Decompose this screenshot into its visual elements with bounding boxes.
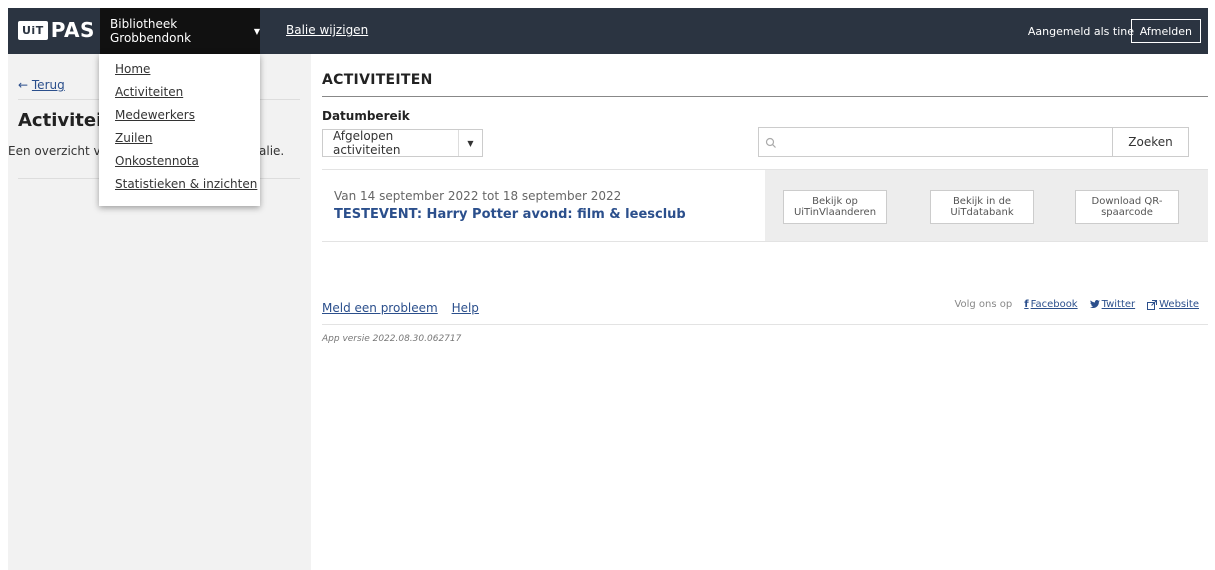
logged-in-text: Aangemeld als tine <box>1027 25 1134 38</box>
facebook-icon: f <box>1024 299 1029 310</box>
help-link[interactable]: Help <box>452 301 479 315</box>
menu-item-medewerkers[interactable]: Medewerkers <box>115 106 260 124</box>
search-button[interactable]: Zoeken <box>1112 127 1189 157</box>
logo-uit-text: UiT <box>18 20 48 40</box>
search-input[interactable] <box>783 132 1103 152</box>
balie-dropdown-menu: Home Activiteiten Medewerkers Zuilen Onk… <box>99 54 260 206</box>
balie-dropdown[interactable]: Bibliotheek Grobbendonk ▼ <box>100 8 260 54</box>
date-range-value: Afgelopen activiteiten <box>333 129 401 157</box>
title-divider <box>322 96 1208 97</box>
facebook-label: Facebook <box>1030 299 1078 310</box>
back-link[interactable]: ← Terug <box>18 78 65 92</box>
caret-down-icon: ▼ <box>253 26 260 36</box>
logout-button[interactable]: Afmelden <box>1130 19 1201 43</box>
social-links: Volg ons op f Facebook Twitter Website <box>954 299 1199 310</box>
balie-wijzigen-link[interactable]: Balie wijzigen <box>286 23 368 37</box>
balie-name: Bibliotheek Grobbendonk <box>110 17 192 45</box>
website-label: Website <box>1159 299 1199 310</box>
view-uitinvlaanderen-button[interactable]: Bekijk op UiTinVlaanderen <box>783 190 887 224</box>
external-link-icon <box>1147 299 1158 310</box>
menu-item-home[interactable]: Home <box>115 60 260 78</box>
sidebar-title: Activitei <box>18 110 103 131</box>
activity-title-link[interactable]: TESTEVENT: Harry Potter avond: film & le… <box>334 207 686 222</box>
facebook-link[interactable]: f Facebook <box>1024 299 1077 310</box>
caret-down-icon: ▼ <box>458 130 482 156</box>
twitter-link[interactable]: Twitter <box>1089 299 1136 310</box>
back-link-label: Terug <box>31 78 65 92</box>
footer-links: Meld een probleem Help <box>322 301 489 315</box>
download-qr-button[interactable]: Download QR-spaarcode <box>1075 190 1179 224</box>
arrow-left-icon: ← <box>18 78 29 92</box>
logo-pas-text: PAS <box>50 18 95 42</box>
report-problem-link[interactable]: Meld een probleem <box>322 301 438 315</box>
uitpas-logo[interactable]: UiT PAS <box>18 18 95 42</box>
twitter-icon <box>1089 300 1100 308</box>
menu-item-zuilen[interactable]: Zuilen <box>115 129 260 147</box>
date-range-select[interactable]: Afgelopen activiteiten ▼ <box>322 129 483 157</box>
twitter-label: Twitter <box>1101 299 1136 310</box>
search-field[interactable] <box>758 127 1113 157</box>
date-range-label: Datumbereik <box>322 109 410 123</box>
list-divider <box>322 241 1208 242</box>
activity-list-item: Van 14 september 2022 tot 18 september 2… <box>322 170 1208 241</box>
view-uitdatabank-button[interactable]: Bekijk in de UiTdatabank <box>930 190 1034 224</box>
website-link[interactable]: Website <box>1147 299 1199 310</box>
sidebar-description-tail: alie. <box>259 144 285 158</box>
menu-item-onkostennota[interactable]: Onkostennota <box>115 152 260 170</box>
page-title: ACTIVITEITEN <box>322 72 433 88</box>
footer-divider <box>322 324 1208 325</box>
app-version: App versie 2022.08.30.062717 <box>322 334 462 344</box>
activity-actions: Bekijk op UiTinVlaanderen Bekijk in de U… <box>765 170 1208 241</box>
menu-item-statistieken[interactable]: Statistieken & inzichten <box>115 175 260 193</box>
top-navbar: UiT PAS Bibliotheek Grobbendonk ▼ Balie … <box>8 8 1208 54</box>
menu-item-activiteiten[interactable]: Activiteiten <box>115 83 260 101</box>
activity-date-range: Van 14 september 2022 tot 18 september 2… <box>334 189 622 203</box>
follow-us-text: Volg ons op <box>954 299 1013 310</box>
search-icon <box>765 134 777 153</box>
